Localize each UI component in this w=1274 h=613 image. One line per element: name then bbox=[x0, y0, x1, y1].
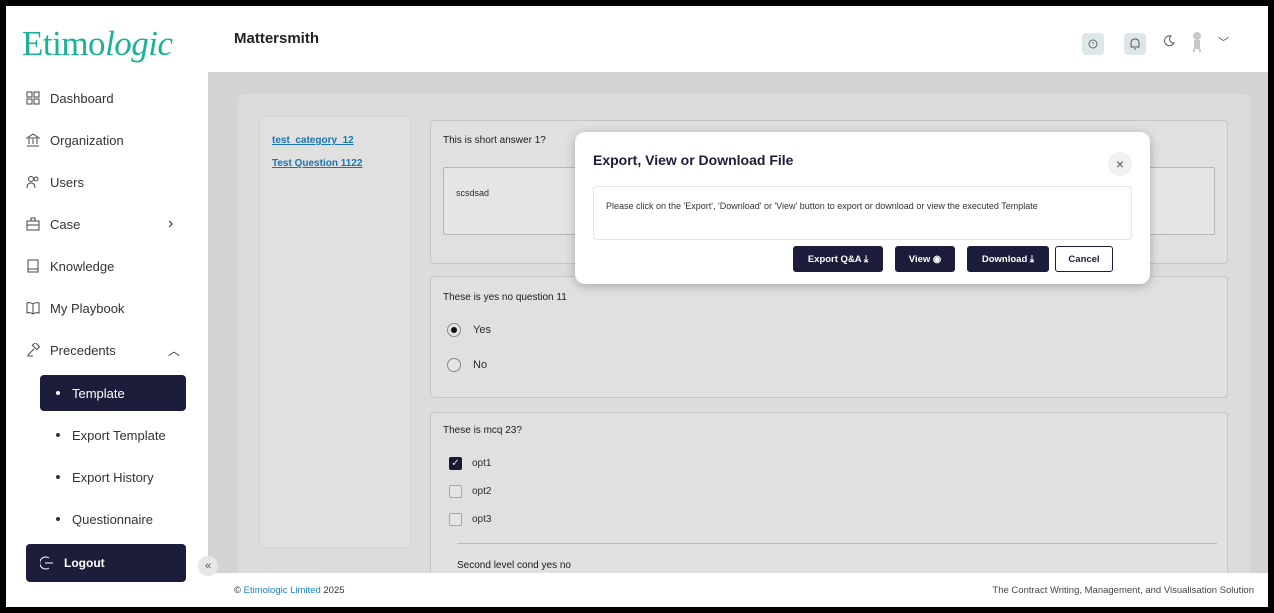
logout-button[interactable]: Logout bbox=[26, 544, 186, 582]
clock-icon bbox=[1088, 39, 1098, 49]
logout-icon bbox=[39, 556, 54, 570]
sidebar-item-label: Dashboard bbox=[50, 90, 114, 106]
top-header: Mattersmith ﹀ bbox=[208, 6, 1268, 72]
sidebar-item-my-playbook[interactable]: My Playbook bbox=[26, 295, 124, 321]
sidebar-subitem-label: Template bbox=[72, 385, 125, 401]
app-window: Etimologic Dashboard Organization Users … bbox=[6, 6, 1268, 607]
footer-tagline: The Contract Writing, Management, and Vi… bbox=[992, 585, 1254, 596]
open-book-icon bbox=[26, 301, 40, 315]
bullet-icon bbox=[56, 517, 60, 521]
company-link[interactable]: Etimologic Limited bbox=[244, 585, 321, 596]
download-button[interactable]: Download ⤓ bbox=[967, 246, 1049, 272]
sidebar-item-organization[interactable]: Organization bbox=[25, 127, 124, 153]
sidebar-subitem-template[interactable]: Template bbox=[40, 375, 186, 411]
collapse-sidebar-button[interactable]: « bbox=[198, 556, 218, 576]
notifications-button[interactable] bbox=[1124, 33, 1146, 55]
export-qa-button[interactable]: Export Q&A ⤓ bbox=[793, 246, 883, 272]
avatar[interactable] bbox=[1190, 31, 1204, 53]
book-icon bbox=[26, 259, 40, 273]
bullet-icon bbox=[56, 433, 60, 437]
bullet-icon bbox=[56, 475, 60, 479]
sidebar-item-label: Precedents bbox=[50, 342, 116, 358]
logo-text-italic: logic bbox=[105, 24, 173, 63]
sidebar-subitem-export-history[interactable]: Export History bbox=[40, 459, 186, 495]
chevron-right-icon: › bbox=[168, 215, 174, 232]
logo-text: Etimo bbox=[22, 24, 106, 63]
export-modal: Export, View or Download File × Please c… bbox=[575, 132, 1150, 284]
logout-label: Logout bbox=[64, 556, 105, 570]
close-icon[interactable]: × bbox=[1108, 152, 1132, 176]
sidebar-item-knowledge[interactable]: Knowledge bbox=[26, 253, 114, 279]
sidebar-item-label: Users bbox=[50, 174, 84, 190]
clock-button[interactable] bbox=[1082, 33, 1104, 55]
sidebar-subitem-label: Questionnaire bbox=[72, 511, 153, 527]
grid-icon bbox=[26, 91, 40, 105]
footer-copyright: © Etimologic Limited 2025 bbox=[234, 585, 345, 596]
sidebar-item-label: Case bbox=[50, 216, 81, 232]
sidebar-subitem-questionnaire[interactable]: Questionnaire bbox=[40, 501, 186, 537]
sidebar-item-label: Knowledge bbox=[50, 258, 115, 274]
sidebar-subitem-label: Export History bbox=[72, 469, 154, 485]
sidebar-item-precedents[interactable]: Precedents ︿ bbox=[26, 337, 196, 363]
sidebar-subitem-export-template[interactable]: Export Template bbox=[40, 417, 186, 453]
view-button[interactable]: View ◉ bbox=[895, 246, 955, 272]
chevron-up-icon: ︿ bbox=[168, 343, 181, 358]
copyright-year: 2025 bbox=[323, 585, 345, 596]
bell-icon bbox=[1130, 38, 1140, 50]
dark-mode-toggle[interactable] bbox=[1162, 34, 1176, 48]
sidebar-item-users[interactable]: Users bbox=[26, 169, 84, 195]
sidebar-item-label: Organization bbox=[50, 132, 124, 148]
user-avatar-icon bbox=[1193, 32, 1201, 52]
copyright-symbol: © bbox=[234, 585, 241, 596]
brand-logo[interactable]: Etimologic bbox=[22, 24, 173, 64]
moon-icon bbox=[1164, 35, 1175, 47]
sidebar: Etimologic Dashboard Organization Users … bbox=[6, 6, 208, 607]
users-icon bbox=[26, 175, 40, 189]
modal-message: Please click on the 'Export', 'Download'… bbox=[593, 186, 1132, 240]
bank-icon bbox=[25, 133, 41, 147]
cancel-button[interactable]: Cancel bbox=[1055, 246, 1113, 272]
sidebar-subitem-label: Export Template bbox=[72, 427, 166, 443]
briefcase-icon bbox=[26, 217, 40, 231]
sidebar-item-case[interactable]: Case › bbox=[26, 211, 196, 237]
gavel-icon bbox=[26, 341, 41, 357]
sidebar-item-dashboard[interactable]: Dashboard bbox=[26, 85, 114, 111]
page-title: Mattersmith bbox=[234, 30, 320, 47]
bullet-icon bbox=[56, 391, 60, 395]
chevron-down-icon[interactable]: ﹀ bbox=[1218, 34, 1229, 50]
footer: © Etimologic Limited 2025 The Contract W… bbox=[208, 573, 1268, 607]
modal-title: Export, View or Download File bbox=[593, 152, 794, 168]
sidebar-item-label: My Playbook bbox=[50, 300, 125, 316]
